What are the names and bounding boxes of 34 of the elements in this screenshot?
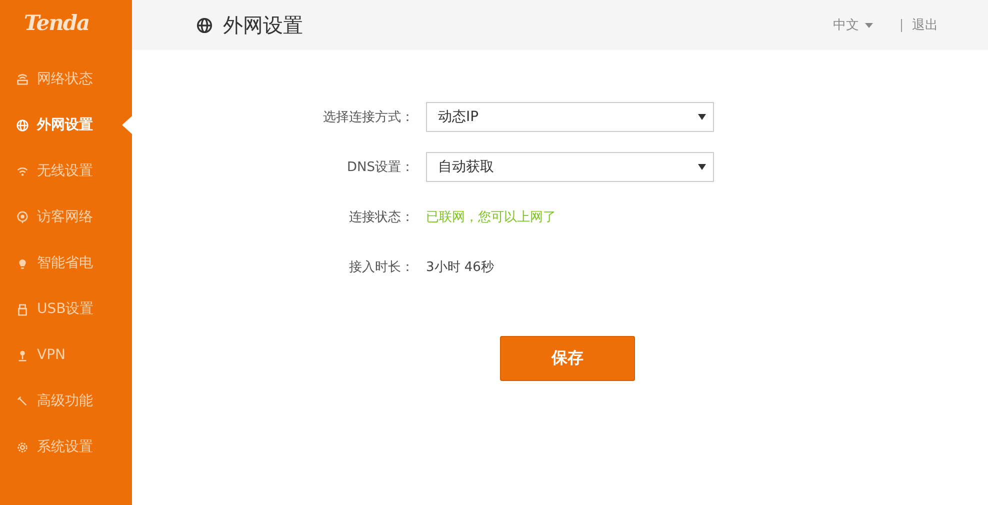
globe-icon — [16, 118, 29, 132]
gear-icon — [16, 440, 29, 454]
wifi-icon — [16, 164, 29, 178]
caret-icon — [865, 22, 873, 28]
dropdown-arrow-icon — [698, 114, 706, 120]
sidebar-item[interactable]: 系统设置 — [0, 424, 132, 470]
select-field[interactable]: 动态IP — [426, 102, 714, 132]
router-icon — [16, 72, 29, 86]
sidebar-item[interactable]: 高级功能 — [0, 378, 132, 424]
globe-icon — [196, 16, 213, 34]
select-field[interactable]: 自动获取 — [426, 152, 714, 182]
field-label: 连接状态： — [349, 209, 414, 226]
person-icon — [16, 348, 29, 362]
bulb-icon — [16, 256, 29, 270]
sidebar-item[interactable]: 访客网络 — [0, 194, 132, 240]
logo: Tenda — [24, 10, 90, 35]
status-text: 已联网，您可以上网了 — [426, 209, 556, 226]
save-button[interactable]: 保存 — [500, 336, 635, 381]
sidebar-item[interactable]: 无线设置 — [0, 148, 132, 194]
logout-link[interactable]: 退出 — [912, 16, 938, 34]
field-label: DNS设置： — [347, 159, 414, 176]
wrench-icon — [16, 394, 29, 408]
target-icon — [16, 210, 29, 224]
language-dropdown[interactable]: 中文 — [833, 16, 873, 34]
duration-text: 3小时 46秒 — [426, 259, 494, 276]
sidebar-item[interactable]: USB设置 — [0, 286, 132, 332]
sidebar-item[interactable]: VPN — [0, 332, 132, 378]
page-title: 外网设置 — [223, 12, 304, 38]
usb-icon — [16, 302, 29, 316]
dropdown-arrow-icon — [698, 164, 706, 170]
sidebar-item[interactable]: 网络状态 — [0, 56, 132, 102]
field-label: 接入时长： — [349, 259, 414, 276]
field-label: 选择连接方式： — [323, 109, 414, 126]
sidebar-item[interactable]: 智能省电 — [0, 240, 132, 286]
